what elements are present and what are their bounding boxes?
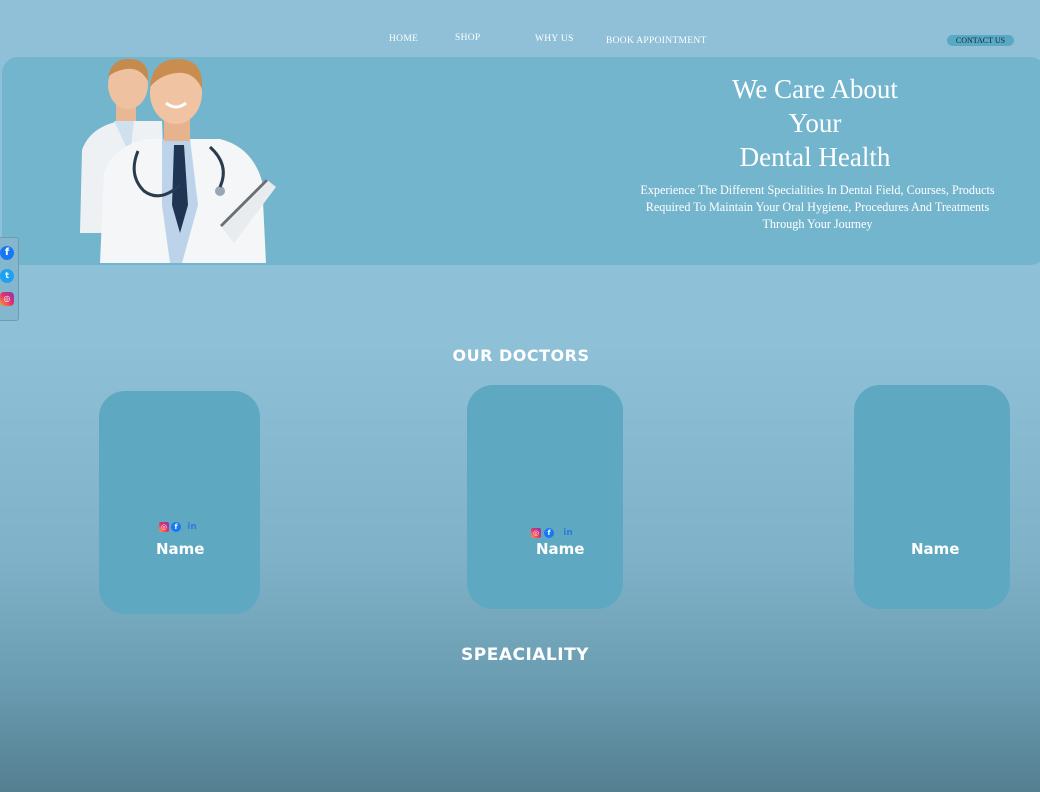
social-sidebar: f t ◎ (0, 237, 19, 321)
doctor-card-3[interactable] (854, 385, 1010, 609)
linkedin-icon[interactable]: in (563, 528, 573, 538)
doctor-card-2[interactable] (467, 385, 623, 609)
doctor-1-social-icons: ◎ f in (159, 522, 201, 533)
doctor-name: Name (911, 540, 960, 558)
doctor-card-1[interactable] (99, 391, 260, 614)
twitter-icon[interactable]: t (0, 269, 14, 283)
speciality-title: SPEACIALITY (461, 645, 589, 665)
nav-book-appointment[interactable]: BOOK APPOINTMENT (606, 36, 707, 46)
contact-us-button[interactable]: CONTACT US (947, 35, 1014, 46)
instagram-icon[interactable]: ◎ (159, 522, 169, 532)
doctors-hero-image (80, 58, 276, 263)
instagram-icon[interactable]: ◎ (531, 528, 541, 538)
doctor-2-social-icons: ◎ f in (531, 528, 577, 539)
nav-why-us[interactable]: WHY US (535, 34, 574, 44)
nav-home[interactable]: HOME (389, 34, 418, 44)
doctor-name: Name (536, 540, 585, 558)
facebook-icon[interactable]: f (0, 246, 14, 260)
facebook-icon[interactable]: f (171, 522, 181, 532)
linkedin-icon[interactable]: in (187, 522, 197, 532)
our-doctors-title: OUR DOCTORS (452, 346, 590, 365)
nav-shop[interactable]: SHOP (455, 33, 481, 43)
hero-title: We Care About Your Dental Health (732, 74, 898, 172)
hero-subtitle: Experience The Different Specialities In… (640, 183, 995, 231)
doctor-name: Name (156, 540, 205, 558)
instagram-icon[interactable]: ◎ (0, 292, 14, 306)
facebook-icon[interactable]: f (544, 528, 554, 538)
